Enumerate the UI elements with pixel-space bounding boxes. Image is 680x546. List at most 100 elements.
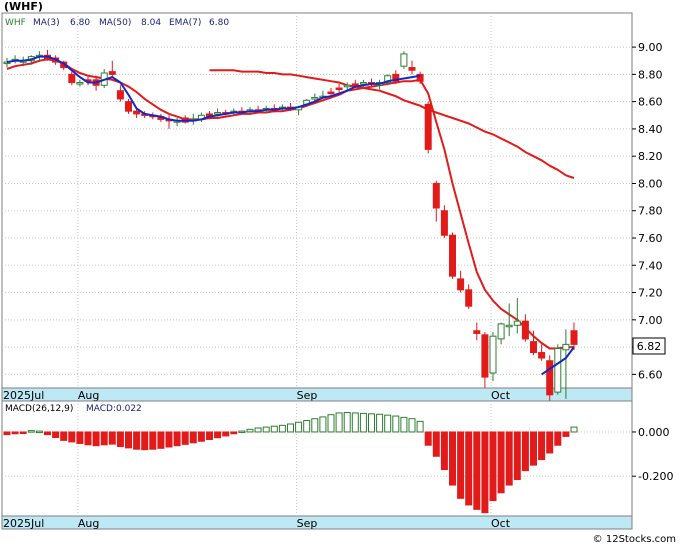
price-tick-label: 6.60 bbox=[638, 368, 663, 381]
macd-bar-negative bbox=[521, 431, 529, 472]
macd-date-label: Sep bbox=[297, 517, 318, 530]
candle-up bbox=[554, 347, 562, 393]
candle-down bbox=[68, 73, 76, 84]
macd-bar-positive bbox=[27, 430, 35, 433]
price-date-label: Oct bbox=[491, 389, 511, 402]
candle-down bbox=[457, 278, 465, 291]
legend-ma50-label: MA(50) bbox=[99, 18, 131, 28]
price-date-label: Aug bbox=[78, 389, 99, 402]
macd-bar-negative bbox=[497, 431, 505, 494]
candle-up bbox=[562, 343, 570, 351]
macd-bar-negative bbox=[11, 431, 19, 435]
macd-bar-positive bbox=[295, 421, 303, 433]
macd-bar-positive bbox=[270, 425, 278, 433]
candle-down bbox=[351, 83, 359, 86]
macd-bar-positive bbox=[392, 415, 400, 433]
macd-bar-negative bbox=[222, 431, 230, 437]
price-panel bbox=[1, 12, 633, 389]
candle-up bbox=[76, 82, 84, 85]
macd-bar-positive bbox=[376, 413, 384, 433]
macd-bar-positive bbox=[400, 416, 408, 433]
macd-bar-negative bbox=[68, 431, 76, 443]
price-tick-label: 8.20 bbox=[638, 150, 663, 163]
last-price-label: 6.82 bbox=[637, 340, 662, 353]
macd-bar-negative bbox=[473, 431, 481, 510]
legend-ma3-value: 6.80 bbox=[70, 18, 90, 28]
macd-bar-positive bbox=[368, 413, 375, 433]
macd-bar-negative bbox=[19, 431, 27, 434]
macd-date-label: Oct bbox=[491, 517, 511, 530]
macd-bar-negative bbox=[513, 431, 521, 481]
candle-down bbox=[116, 90, 124, 100]
macd-bar-positive bbox=[319, 416, 327, 433]
watermark: © 12Stocks.com bbox=[593, 534, 676, 545]
macd-bar-negative bbox=[133, 431, 141, 450]
price-date-label: 2025Jul bbox=[3, 389, 44, 402]
macd-bar-negative bbox=[546, 431, 554, 454]
price-tick-label: 9.00 bbox=[638, 41, 663, 54]
macd-bar-positive bbox=[303, 419, 311, 433]
macd-date-label: Aug bbox=[78, 517, 99, 530]
candle-down bbox=[538, 352, 546, 359]
legend-ticker: WHF bbox=[5, 18, 26, 28]
macd-bar-positive bbox=[35, 430, 43, 434]
macd-bar-negative bbox=[457, 431, 465, 499]
macd-bar-positive bbox=[416, 420, 424, 433]
macd-tick-label: -0.200 bbox=[638, 470, 673, 483]
macd-bar-negative bbox=[84, 431, 92, 446]
macd-bar-negative bbox=[3, 431, 11, 436]
price-tick-label: 7.20 bbox=[638, 287, 663, 300]
price-y-axis: 9.00 8.80 8.60 8.40 8.20 8.00 7.80 7.60 7.40 7.20… bbox=[632, 41, 663, 381]
candle-down bbox=[108, 71, 116, 75]
macd-bar-positive bbox=[570, 426, 578, 433]
macd-title: MACD(26,12,9) bbox=[5, 404, 73, 414]
macd-bar-positive bbox=[384, 414, 392, 433]
candle-down bbox=[570, 330, 578, 345]
candle-down bbox=[521, 320, 529, 340]
macd-bar-negative bbox=[538, 431, 546, 461]
candle-down bbox=[440, 210, 448, 236]
candle-up bbox=[505, 324, 513, 328]
price-date-label: Sep bbox=[297, 389, 318, 402]
candle-down bbox=[133, 110, 141, 115]
macd-bar-positive bbox=[408, 418, 416, 433]
macd-date-label: 2025Jul bbox=[3, 517, 44, 530]
macd-bar-positive bbox=[262, 426, 270, 433]
candle-down bbox=[424, 103, 432, 150]
candle-down bbox=[432, 182, 440, 209]
chart-title: (WHF) bbox=[4, 0, 43, 13]
macd-bar-positive bbox=[311, 418, 319, 433]
macd-bar-negative bbox=[562, 431, 570, 437]
macd-value-label: MACD:0.022 bbox=[86, 404, 142, 414]
macd-bar-positive bbox=[254, 427, 262, 433]
price-tick-label: 7.40 bbox=[638, 259, 663, 272]
macd-bar-positive bbox=[343, 412, 351, 433]
price-tick-label: 7.00 bbox=[638, 314, 663, 327]
macd-tick-label: 0.000 bbox=[638, 426, 670, 439]
macd-bar-negative bbox=[116, 431, 124, 448]
macd-bar-negative bbox=[530, 431, 537, 466]
macd-bar-negative bbox=[52, 431, 60, 438]
macd-bar-negative bbox=[173, 431, 181, 447]
macd-bar-positive bbox=[327, 414, 335, 433]
candle-down bbox=[125, 101, 132, 112]
macd-bar-negative bbox=[481, 431, 489, 514]
macd-bar-negative bbox=[424, 431, 432, 446]
macd-y-axis: 0.000 -0.200 bbox=[632, 426, 673, 483]
candle-down bbox=[473, 330, 481, 334]
candle-down bbox=[408, 67, 416, 71]
macd-bar-negative bbox=[108, 431, 116, 445]
candle-down bbox=[546, 360, 554, 396]
candle-up bbox=[489, 335, 497, 374]
macd-bar-negative bbox=[181, 431, 189, 445]
macd-bar-negative bbox=[100, 431, 108, 446]
price-tick-label: 7.60 bbox=[638, 232, 663, 245]
macd-bar-positive bbox=[335, 412, 343, 433]
macd-bar-negative bbox=[489, 431, 497, 502]
candle-up bbox=[359, 82, 367, 85]
candle-up bbox=[311, 97, 319, 100]
candle-up bbox=[513, 320, 521, 326]
candle-down bbox=[335, 87, 343, 90]
macd-bar-negative bbox=[554, 431, 562, 446]
macd-bar-negative bbox=[432, 431, 440, 457]
